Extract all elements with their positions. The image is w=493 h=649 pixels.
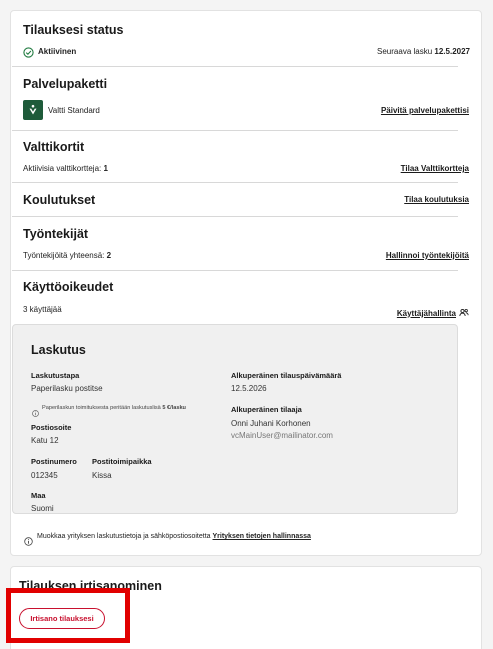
upgrade-package-link[interactable]: Päivitä palvelupakettisi	[381, 106, 469, 115]
country-value: Suomi	[31, 504, 54, 513]
fee-amount: 5 €/lasku	[162, 405, 186, 411]
active-cards-count: 1	[103, 164, 108, 173]
cards-title: Valttikortit	[23, 140, 85, 154]
employees-total: Työntekijöitä yhteensä: 2	[23, 251, 111, 260]
address-value: Katu 12	[31, 436, 59, 445]
orderer-label: Alkuperäinen tilaaja	[231, 405, 302, 414]
company-info-link[interactable]: Yrityksen tietojen hallinnassa	[213, 533, 311, 540]
divider	[12, 66, 458, 67]
active-cards: Aktiivisia valttikortteja: 1	[23, 164, 108, 173]
divider	[12, 270, 458, 271]
status-title: Tilauksesi status	[23, 23, 124, 37]
billing-method-value: Paperilasku postitse	[31, 384, 103, 393]
fee-note-text: Paperilaskun toimituksesta peritään lask…	[42, 405, 161, 411]
employees-total-count: 2	[106, 251, 112, 260]
edit-note-text: Muokkaa yrityksen laskutustietoja ja säh…	[37, 533, 211, 540]
access-users: 3 käyttäjää	[23, 305, 62, 314]
orderer-email: vcMainUser@mailinator.com	[231, 431, 333, 440]
info-icon	[32, 404, 39, 422]
employees-total-label: Työntekijöitä yhteensä:	[23, 251, 105, 260]
check-circle-icon	[23, 45, 34, 63]
city-label: Postitoimipaikka	[92, 457, 152, 466]
status-state: Aktiivinen	[38, 47, 77, 56]
trainings-title: Koulutukset	[23, 193, 96, 207]
info-icon	[24, 533, 33, 551]
next-invoice: Seuraava lasku 12.5.2027	[377, 47, 470, 56]
users-icon	[459, 304, 469, 322]
user-management-link[interactable]: Käyttäjähallinta	[397, 304, 469, 322]
cancel-subscription-button[interactable]: Irtisano tilauksesi	[19, 608, 105, 629]
employees-title: Työntekijät	[23, 227, 89, 241]
access-title: Käyttöoikeudet	[23, 280, 114, 294]
billing-method-label: Laskutustapa	[31, 371, 80, 380]
valtti-logo-icon	[23, 100, 43, 120]
divider	[12, 182, 458, 183]
order-date-label: Alkuperäinen tilauspäivämäärä	[231, 371, 342, 380]
divider	[12, 216, 458, 217]
country-label: Maa	[31, 491, 46, 500]
next-invoice-date: 12.5.2027	[434, 47, 470, 56]
user-management-label: Käyttäjähallinta	[396, 308, 456, 318]
next-invoice-label: Seuraava lasku	[377, 47, 433, 56]
package-name: Valtti Standard	[48, 106, 100, 115]
postal-code-value: 012345	[31, 471, 58, 480]
manage-employees-link[interactable]: Hallinnoi työntekijöitä	[386, 251, 469, 260]
address-label: Postiosoite	[31, 423, 72, 432]
order-trainings-link[interactable]: Tilaa koulutuksia	[404, 195, 469, 204]
billing-title: Laskutus	[31, 343, 86, 357]
fee-note: Paperilaskun toimituksesta peritään lask…	[42, 405, 186, 411]
postal-code-label: Postinumero	[31, 457, 77, 466]
order-date-value: 12.5.2026	[231, 384, 267, 393]
orderer-name: Onni Juhani Korhonen	[231, 419, 311, 428]
city-value: Kissa	[92, 471, 112, 480]
active-cards-label: Aktiivisia valttikortteja:	[23, 164, 102, 173]
order-cards-link[interactable]: Tilaa Valttikortteja	[401, 164, 469, 173]
divider	[12, 130, 458, 131]
edit-note: Muokkaa yrityksen laskutustietoja ja säh…	[37, 533, 311, 540]
package-title: Palvelupaketti	[23, 77, 108, 91]
